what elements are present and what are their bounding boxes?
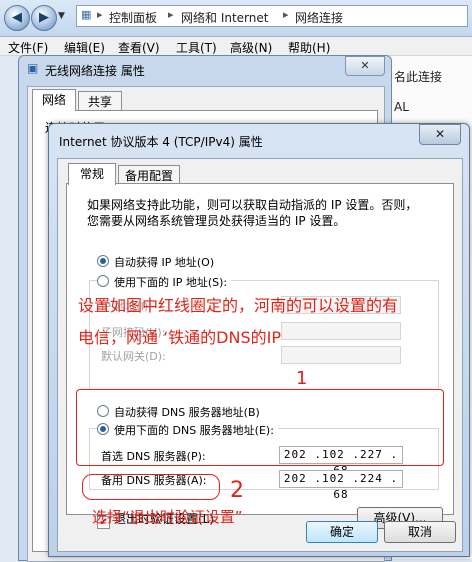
gateway-field[interactable] (281, 346, 401, 364)
description-text: 您需要从网络系统管理员处获得适当的 IP 设置。 (87, 214, 346, 228)
annotation-marker: 1 (296, 368, 308, 389)
dialog-title: 无线网络连接 属性 (45, 64, 145, 78)
address-bar[interactable]: ▦ ▸ 控制面板 ▸ 网络和 Internet ▸ 网络连接 (76, 5, 468, 27)
menu-advanced[interactable]: 高级(N) (230, 39, 272, 56)
network-adapter-icon: ▣ (27, 61, 39, 75)
annotation-note: 电信，网通 ‘铁通的DNS的IP (78, 328, 281, 347)
annotation-note: 设置如图中红线圈定的，河南的可以设置的有 (78, 296, 399, 315)
validate-highlight-box (82, 474, 220, 500)
tab-sharing[interactable]: 共享 (78, 91, 122, 111)
back-arrow-icon[interactable]: ◀ (4, 5, 30, 31)
close-icon: ✕ (360, 59, 370, 72)
menu-tools[interactable]: 工具(T) (176, 39, 217, 56)
control-panel-icon: ▦ (81, 8, 92, 21)
breadcrumb-item[interactable]: 控制面板 (109, 9, 157, 26)
close-icon: ✕ (434, 127, 446, 141)
gateway-label: 默认网关(D): (101, 350, 166, 363)
menu-file[interactable]: 文件(F) (8, 39, 48, 56)
connection-label: AL (394, 100, 409, 114)
annotation-marker: 2 (230, 478, 244, 503)
ip-manual-radio[interactable]: 使用下面的 IP 地址(S): (97, 274, 232, 290)
description-text: 如果网络支持此功能，则可以获取自动指派的 IP 设置。否则， (87, 198, 418, 212)
tab-alternate-config[interactable]: 备用配置 (118, 165, 180, 185)
dialog-title: Internet 协议版本 4 (TCP/IPv4) 属性 (59, 135, 263, 149)
rename-connection-link[interactable]: 名此连接 (394, 68, 442, 85)
cancel-button[interactable]: 取消 (384, 521, 456, 543)
breadcrumb-item[interactable]: 网络和 Internet (181, 9, 268, 26)
menu-bar: 文件(F) 编辑(E) 查看(V) 工具(T) 高级(N) 帮助(H) (0, 37, 472, 56)
menu-edit[interactable]: 编辑(E) (64, 39, 105, 56)
breadcrumb-item[interactable]: 网络连接 (295, 9, 343, 26)
tab-network[interactable]: 网络 (32, 89, 76, 111)
subnet-mask-field[interactable] (281, 322, 401, 340)
close-button[interactable]: ✕ (345, 56, 385, 76)
forward-arrow-icon[interactable]: ▶ (31, 5, 57, 31)
tab-general[interactable]: 常规 (68, 163, 116, 185)
explorer-toolbar: ◀ ▶ ▼ ▦ ▸ 控制面板 ▸ 网络和 Internet ▸ 网络连接 (0, 0, 472, 37)
history-dropdown-icon[interactable]: ▼ (58, 11, 65, 21)
menu-view[interactable]: 查看(V) (118, 39, 160, 56)
alternate-dns-field[interactable]: 202 .102 .224 . 68 (279, 470, 403, 501)
close-button[interactable]: ✕ (419, 124, 461, 145)
annotation-note: 选择“退出时验证设置” (92, 508, 243, 526)
ip-auto-radio[interactable]: 自动获得 IP 地址(O) (97, 254, 214, 270)
radio-selected-icon (97, 255, 109, 267)
radio-unselected-icon (97, 275, 109, 287)
ok-button[interactable]: 确定 (306, 521, 378, 543)
menu-help[interactable]: 帮助(H) (288, 39, 330, 56)
dns-highlight-box (76, 389, 444, 466)
